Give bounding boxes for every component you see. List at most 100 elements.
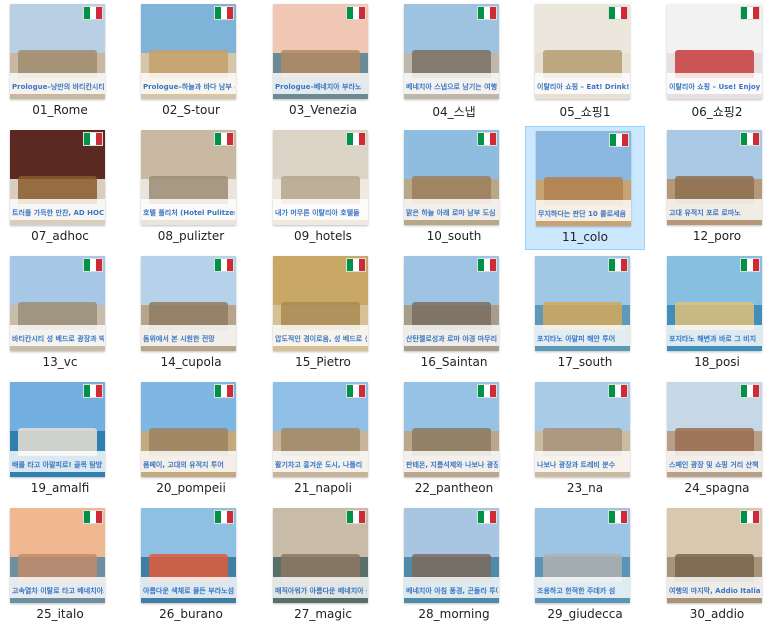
italy-flag-icon [214, 258, 234, 272]
folder-item[interactable]: 고대 유적지 포로 로마노 12_poro [657, 126, 773, 250]
thumbnail-caption-band: 폼페이, 고대의 유적지 투어 [141, 451, 236, 472]
folder-name: 17_south [557, 355, 613, 369]
italy-flag-icon [477, 384, 497, 398]
thumbnail-caption: 매직아워가 아름다운 베네치아 골목 [275, 587, 367, 595]
folder-name: 30_addio [689, 607, 745, 621]
folder-item[interactable]: Prologue–낭만의 바티칸시티 01_Rome [0, 0, 120, 124]
folder-thumbnail: 활기차고 흥겨운 도시, 나폴리 [273, 382, 368, 477]
italy-flag-icon [83, 384, 103, 398]
thumbnail-caption-band: 조용하고 한적한 주데카 섬 [535, 577, 630, 598]
folder-item[interactable]: 돔위에서 본 시원한 전망 14_cupola [131, 252, 251, 376]
italy-flag-icon [346, 6, 366, 20]
folder-item[interactable]: Prologue–베네치아 부라노 03_Venezia [263, 0, 383, 124]
thumbnail-caption: 바티칸시티 성 베드로 광장과 박물관 [12, 335, 104, 343]
thumbnail-caption: 배를 타고 아말피로! 골목 탐방 [12, 461, 103, 469]
folder-name: 11_colo [562, 230, 608, 244]
thumbnail-caption-band: Prologue–하늘과 바다 남부 투어 [141, 73, 236, 94]
folder-name: 07_adhoc [31, 229, 89, 243]
folder-item[interactable]: 내가 머무른 이탈리아 호텔들 09_hotels [263, 126, 383, 250]
italy-flag-icon [740, 6, 760, 20]
folder-name: 10_south [426, 229, 482, 243]
thumbnail-caption: 판테온, 지름석제와 나보나 광장 [406, 461, 498, 469]
folder-thumbnail: 무지하다는 판단 10 콜로세움 [536, 131, 631, 226]
folder-name: 24_spagna [684, 481, 750, 495]
folder-thumbnail: 폼페이, 고대의 유적지 투어 [141, 382, 236, 477]
folder-item[interactable]: 트러플 가득한 만찬, AD HOC 07_adhoc [0, 126, 120, 250]
folder-thumbnail: 여행의 마지막, Addio Italia! [667, 508, 762, 603]
italy-flag-icon [477, 258, 497, 272]
italy-flag-icon [477, 132, 497, 146]
italy-flag-icon [214, 510, 234, 524]
folder-thumbnail: 베네치아 스냅으로 남기는 여행 [404, 4, 499, 99]
folder-thumbnail: 판테온, 지름석제와 나보나 광장 [404, 382, 499, 477]
folder-item[interactable]: 이탈리아 쇼핑 – Use! Enjoy! 06_쇼핑2 [657, 0, 773, 124]
thumbnail-caption-band: 포지타노 아말피 해안 투어 [535, 325, 630, 346]
folder-name: 23_na [566, 481, 604, 495]
italy-flag-icon [83, 258, 103, 272]
folder-name: 25_italo [36, 607, 84, 621]
folder-item[interactable]: 배를 타고 아말피로! 골목 탐방 19_amalfi [0, 378, 120, 502]
thumbnail-caption-band: 바티칸시티 성 베드로 광장과 박물관 [10, 325, 105, 346]
thumbnail-caption: 고속열차 이탈로 타고 베네치아로 [12, 587, 104, 595]
folder-item[interactable]: 바티칸시티 성 베드로 광장과 박물관 13_vc [0, 252, 120, 376]
italy-flag-icon [83, 6, 103, 20]
folder-item[interactable]: 조용하고 한적한 주데카 섬 29_giudecca [525, 504, 645, 628]
italy-flag-icon [608, 258, 628, 272]
folder-name: 03_Venezia [289, 103, 357, 117]
folder-item[interactable]: Prologue–하늘과 바다 남부 투어 02_S-tour [131, 0, 251, 124]
folder-item[interactable]: 포지타노 해변과 바로 그 비치 18_posi [657, 252, 773, 376]
thumbnail-caption: 맑은 하늘 아래 로마 남부 도심 [406, 209, 496, 217]
folder-item[interactable]: 스페인 광장 및 쇼핑 거리 산책 24_spagna [657, 378, 773, 502]
folder-item[interactable]: 이탈리아 쇼핑 – Eat! Drink! 05_쇼핑1 [525, 0, 645, 124]
folder-item[interactable]: 판테온, 지름석제와 나보나 광장 22_pantheon [394, 378, 514, 502]
folder-name: 14_cupola [160, 355, 222, 369]
folder-item[interactable]: 폼페이, 고대의 유적지 투어 20_pompeii [131, 378, 251, 502]
thumbnail-caption-band: Prologue–낭만의 바티칸시티 [10, 73, 105, 94]
thumbnail-caption-band: 배를 타고 아말피로! 골목 탐방 [10, 451, 105, 472]
thumbnail-caption: 무지하다는 판단 10 콜로세움 [538, 210, 626, 218]
folder-name: 21_napoli [294, 481, 352, 495]
folder-name: 28_morning [418, 607, 490, 621]
italy-flag-icon [214, 6, 234, 20]
italy-flag-icon [608, 510, 628, 524]
thumbnail-caption: 이탈리아 쇼핑 – Eat! Drink! [537, 83, 629, 91]
thumbnail-caption-band: 트러플 가득한 만찬, AD HOC [10, 199, 105, 220]
italy-flag-icon [214, 384, 234, 398]
folder-thumbnail: 내가 머무른 이탈리아 호텔들 [273, 130, 368, 225]
folder-item[interactable]: 무지하다는 판단 10 콜로세움 11_colo [525, 126, 645, 250]
folder-name: 01_Rome [32, 103, 88, 117]
thumbnail-caption: 내가 머무른 이탈리아 호텔들 [275, 209, 360, 217]
folder-thumbnail: 고대 유적지 포로 로마노 [667, 130, 762, 225]
folder-item[interactable]: 산탄젤로성과 로마 야경 마무리 16_Saintan [394, 252, 514, 376]
thumbnail-caption: 호텔 풀리처 (Hotel Pulitzer) [143, 209, 235, 217]
thumbnail-caption-band: 활기차고 흥겨운 도시, 나폴리 [273, 451, 368, 472]
folder-item[interactable]: 나보나 광장과 트레비 분수 23_na [525, 378, 645, 502]
italy-flag-icon [214, 132, 234, 146]
folder-item[interactable]: 매직아워가 아름다운 베네치아 골목 27_magic [263, 504, 383, 628]
folder-item[interactable]: 맑은 하늘 아래 로마 남부 도심 10_south [394, 126, 514, 250]
folder-item[interactable]: 베네치아 아침 풍경, 곤돌라 투어 28_morning [394, 504, 514, 628]
folder-item[interactable]: 포지타노 아말피 해안 투어 17_south [525, 252, 645, 376]
folder-name: 06_쇼핑2 [691, 105, 743, 119]
thumbnail-caption-band: 돔위에서 본 시원한 전망 [141, 325, 236, 346]
folder-thumbnail: Prologue–베네치아 부라노 [273, 4, 368, 99]
italy-flag-icon [740, 384, 760, 398]
folder-item[interactable]: 활기차고 흥겨운 도시, 나폴리 21_napoli [263, 378, 383, 502]
folder-item[interactable]: 호텔 풀리처 (Hotel Pulitzer) 08_pulizter [131, 126, 251, 250]
folder-thumbnail: 이탈리아 쇼핑 – Eat! Drink! [535, 4, 630, 99]
thumbnail-caption-band: 산탄젤로성과 로마 야경 마무리 [404, 325, 499, 346]
thumbnail-caption: 베네치아 스냅으로 남기는 여행 [406, 83, 498, 91]
folder-item[interactable]: 고속열차 이탈로 타고 베네치아로 25_italo [0, 504, 120, 628]
folder-thumbnail: 나보나 광장과 트레비 분수 [535, 382, 630, 477]
thumbnail-caption: 스페인 광장 및 쇼핑 거리 산책 [669, 461, 759, 469]
italy-flag-icon [609, 133, 629, 147]
italy-flag-icon [608, 384, 628, 398]
thumbnail-caption-band: 내가 머무른 이탈리아 호텔들 [273, 199, 368, 220]
folder-item[interactable]: 베네치아 스냅으로 남기는 여행 04_스냅 [394, 0, 514, 124]
folder-name: 09_hotels [294, 229, 352, 243]
folder-item[interactable]: 아름다운 색채로 물든 부라노섬 26_burano [131, 504, 251, 628]
thumbnail-caption: 고대 유적지 포로 로마노 [669, 209, 741, 217]
folder-item[interactable]: 압도적인 경이로움, 성 베드로 성당 15_Pietro [263, 252, 383, 376]
thumbnail-caption-band: 고대 유적지 포로 로마노 [667, 199, 762, 220]
folder-item[interactable]: 여행의 마지막, Addio Italia! 30_addio [657, 504, 773, 628]
